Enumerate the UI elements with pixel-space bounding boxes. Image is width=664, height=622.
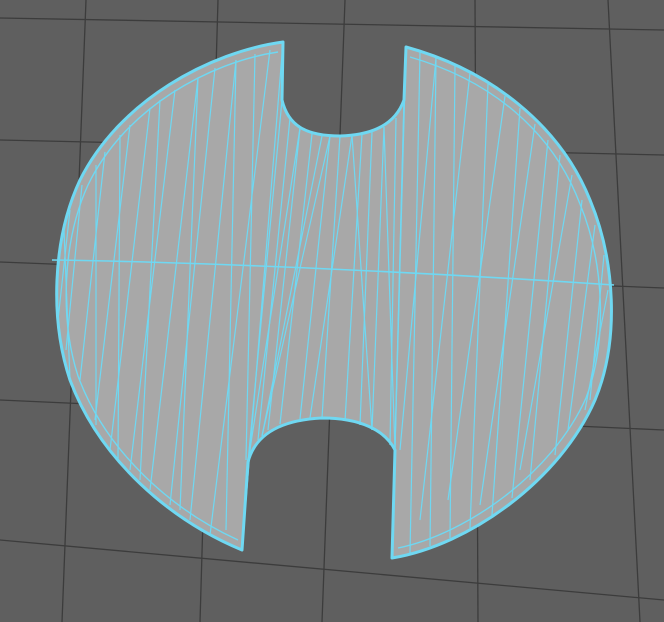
viewport-canvas[interactable] xyxy=(0,0,664,622)
3d-viewport[interactable] xyxy=(0,0,664,622)
